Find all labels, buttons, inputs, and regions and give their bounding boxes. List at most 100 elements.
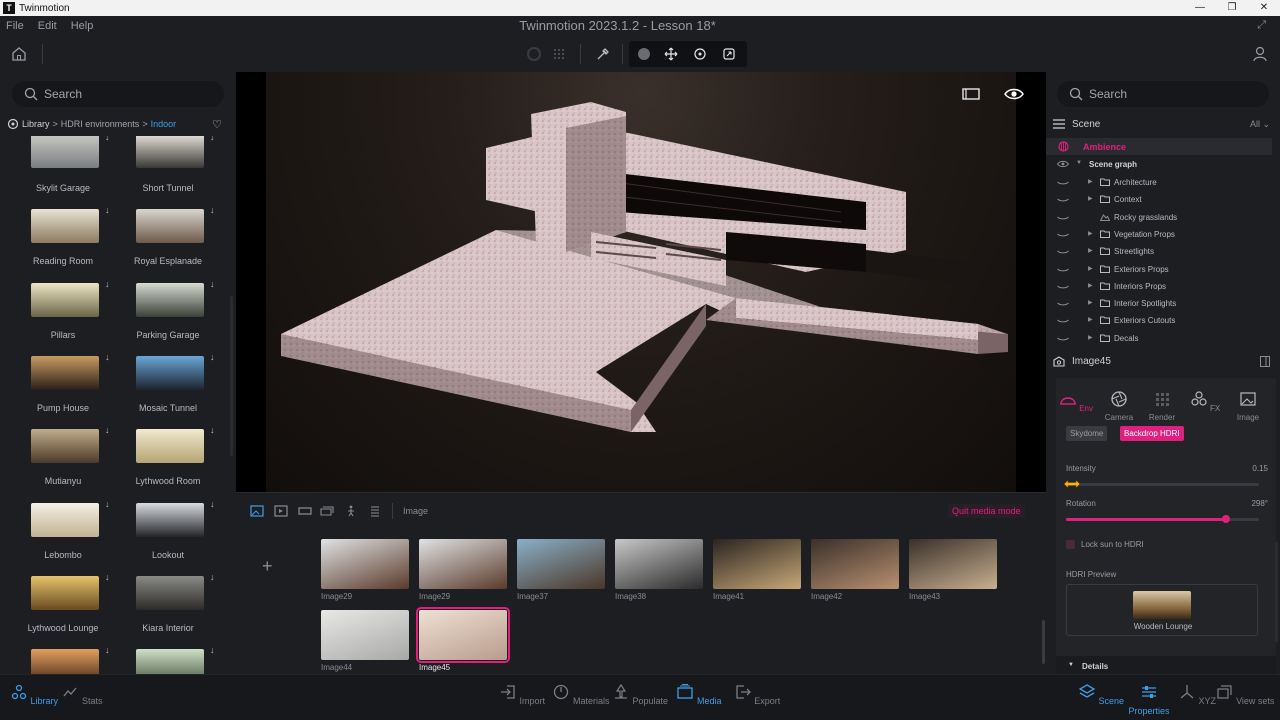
nav-populate[interactable]: Populate — [610, 683, 670, 706]
expand-arrow-icon[interactable]: ▶ — [1088, 316, 1093, 323]
download-icon[interactable]: ↓ — [105, 645, 110, 655]
download-icon[interactable]: ↓ — [210, 499, 215, 509]
scene-graph-row[interactable]: ▼ Scene graph — [1046, 156, 1272, 173]
tab-render[interactable]: Render — [1142, 390, 1182, 422]
library-item[interactable]: ↓ — [13, 645, 113, 674]
nav-media[interactable]: Media — [669, 683, 729, 706]
viewport-render[interactable] — [266, 72, 1016, 492]
visibility-eye-icon[interactable] — [1057, 265, 1069, 273]
hdri-preview-card[interactable]: Wooden Lounge — [1066, 584, 1258, 636]
library-item[interactable]: ↓ — [118, 645, 218, 674]
download-icon[interactable]: ↓ — [210, 205, 215, 215]
media-item[interactable]: Image43 — [909, 539, 997, 601]
intensity-value[interactable]: 0.15 — [1252, 464, 1268, 473]
library-item[interactable]: ↓ Short Tunnel — [118, 136, 218, 206]
quit-media-mode-button[interactable]: Quit media mode — [948, 504, 1025, 518]
tab-fx[interactable]: FX — [1185, 390, 1225, 413]
frame-icon[interactable] — [961, 86, 981, 102]
nav-stats[interactable]: Stats — [52, 683, 112, 706]
download-icon[interactable]: ↓ — [105, 425, 110, 435]
visibility-eye-icon[interactable] — [1057, 195, 1069, 203]
breadcrumb-hdri[interactable]: HDRI environments — [61, 119, 140, 129]
library-item[interactable]: ↓ Lythwood Room — [118, 425, 218, 499]
expand-arrow-icon[interactable]: ▶ — [1088, 247, 1093, 254]
nav-materials[interactable]: Materials — [551, 683, 611, 706]
download-icon[interactable]: ↓ — [105, 279, 110, 289]
phasing-icon[interactable] — [344, 505, 358, 517]
expand-arrow-icon[interactable]: ▶ — [1088, 334, 1093, 341]
scene-outliner-row[interactable]: ▶ Decals — [1046, 330, 1272, 346]
scene-outliner-row[interactable]: ▶ Interior Spotlights — [1046, 295, 1272, 312]
add-media-button[interactable]: + — [262, 556, 273, 577]
media-item[interactable]: Image41 — [713, 539, 801, 601]
rotation-slider-knob[interactable] — [1222, 515, 1231, 523]
library-search-input[interactable]: Search — [12, 81, 224, 107]
backdrop-hdri-tab[interactable]: Backdrop HDRI — [1120, 426, 1184, 441]
resize-cursor-icon[interactable] — [1063, 477, 1081, 491]
lock-sun-checkbox[interactable] — [1066, 540, 1075, 549]
expand-arrow-icon[interactable]: ▶ — [1088, 299, 1093, 306]
visibility-eye-icon[interactable] — [1057, 247, 1069, 255]
tab-env[interactable]: Env — [1056, 390, 1096, 413]
minimize-button[interactable]: — — [1184, 0, 1216, 16]
move-icon[interactable] — [661, 44, 681, 64]
library-item[interactable]: ↓ Pump House — [13, 352, 113, 426]
visibility-eye-icon[interactable] — [1057, 334, 1069, 342]
visibility-eye-icon[interactable] — [1057, 282, 1069, 290]
nav-view-sets[interactable]: View sets — [1215, 683, 1275, 706]
media-item[interactable]: Image29 — [419, 539, 507, 601]
panorama-set-icon[interactable] — [320, 505, 334, 517]
visibility-eye-icon[interactable] — [1057, 316, 1069, 324]
scene-outliner-row[interactable]: ▶ Streetlights — [1046, 243, 1272, 260]
home-icon[interactable] — [10, 45, 28, 63]
download-icon[interactable]: ↓ — [210, 425, 215, 435]
visibility-eye-icon[interactable] — [1057, 299, 1069, 307]
select-icon[interactable] — [634, 44, 654, 64]
panel-toggle-icon[interactable] — [1260, 356, 1270, 367]
library-item[interactable]: ↓ Pillars — [13, 279, 113, 353]
scene-filter-dropdown[interactable]: All ⌄ — [1250, 119, 1270, 130]
media-item[interactable]: Image42 — [811, 539, 899, 601]
collapse-arrow-icon[interactable]: ▼ — [1076, 160, 1082, 166]
eye-icon[interactable] — [1004, 86, 1024, 102]
panorama-mode-icon[interactable] — [298, 505, 312, 517]
lock-sun-row[interactable]: Lock sun to HDRI — [1066, 540, 1144, 549]
library-item[interactable]: ↓ Kiara Interior — [118, 572, 218, 646]
library-item[interactable]: ↓ Parking Garage — [118, 279, 218, 353]
user-icon[interactable] — [1252, 45, 1268, 63]
video-mode-icon[interactable] — [274, 505, 288, 517]
details-section-header[interactable]: ▼ Details — [1056, 656, 1276, 676]
scene-outliner-row[interactable]: Rocky grasslands — [1046, 209, 1272, 226]
expand-arrow-icon[interactable]: ▶ — [1088, 282, 1093, 289]
favorite-heart-icon[interactable]: ♡ — [212, 118, 222, 131]
visibility-eye-icon[interactable] — [1057, 160, 1069, 168]
download-icon[interactable]: ↓ — [105, 572, 110, 582]
library-item[interactable]: ↓ Mutianyu — [13, 425, 113, 499]
expand-arrow-icon[interactable]: ▶ — [1088, 178, 1093, 185]
presentation-icon[interactable] — [368, 505, 382, 517]
media-item[interactable]: Image29 — [321, 539, 409, 601]
fullscreen-icon[interactable]: ⤢ — [1257, 19, 1266, 32]
library-item[interactable]: ↓ Mosaic Tunnel — [118, 352, 218, 426]
download-icon[interactable]: ↓ — [210, 352, 215, 362]
rotate-icon[interactable] — [690, 44, 710, 64]
visibility-eye-icon[interactable] — [1057, 178, 1069, 186]
visibility-eye-icon[interactable] — [1057, 213, 1069, 221]
download-icon[interactable]: ↓ — [105, 499, 110, 509]
eyedropper-icon[interactable] — [593, 44, 613, 64]
grid-snap-icon[interactable] — [549, 44, 569, 64]
skydome-tab[interactable]: Skydome — [1066, 426, 1108, 441]
library-item[interactable]: ↓ Lebombo — [13, 499, 113, 573]
download-icon[interactable]: ↓ — [210, 645, 215, 655]
intensity-slider[interactable] — [1063, 479, 1259, 489]
nav-import[interactable]: Import — [492, 683, 552, 706]
library-item[interactable]: ↓ Lookout — [118, 499, 218, 573]
download-icon[interactable]: ↓ — [105, 205, 110, 215]
library-scrollbar[interactable] — [230, 296, 233, 456]
download-icon[interactable]: ↓ — [210, 279, 215, 289]
scene-outliner-row[interactable]: ▶ Interiors Props — [1046, 278, 1272, 295]
download-icon[interactable]: ↓ — [105, 136, 110, 142]
nav-export[interactable]: Export — [727, 683, 787, 706]
library-item[interactable]: ↓ Skylit Garage — [13, 136, 113, 206]
scene-outliner-row[interactable]: ▶ Exteriors Cutouts — [1046, 312, 1272, 329]
